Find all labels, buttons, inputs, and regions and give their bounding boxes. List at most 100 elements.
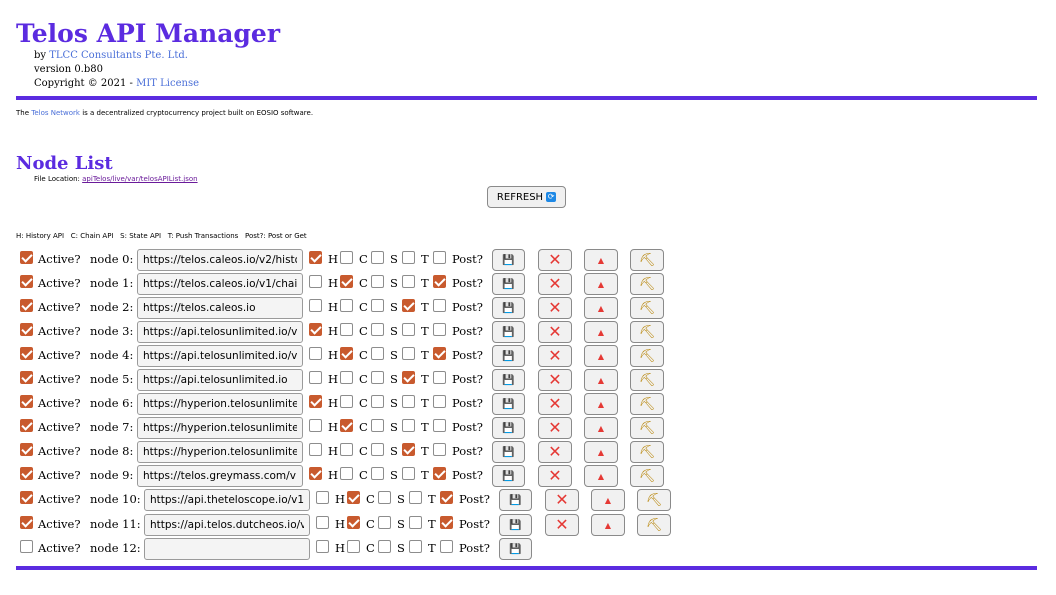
move-up-button[interactable]: ▲ <box>591 489 625 511</box>
post-checkbox[interactable] <box>433 251 446 264</box>
move-up-button[interactable]: ▲ <box>584 345 618 367</box>
node-url-input[interactable] <box>137 441 303 463</box>
history-api-checkbox[interactable] <box>309 323 322 336</box>
chain-api-checkbox[interactable] <box>340 467 353 480</box>
delete-button[interactable]: ✕ <box>538 249 572 271</box>
chain-api-checkbox[interactable] <box>340 299 353 312</box>
delete-button[interactable]: ✕ <box>545 514 579 536</box>
state-api-checkbox[interactable] <box>371 467 384 480</box>
history-api-checkbox[interactable] <box>309 395 322 408</box>
push-transactions-checkbox[interactable] <box>402 371 415 384</box>
post-checkbox[interactable] <box>433 395 446 408</box>
state-api-checkbox[interactable] <box>371 419 384 432</box>
move-up-button[interactable]: ▲ <box>584 465 618 487</box>
post-checkbox[interactable] <box>440 491 453 504</box>
chain-api-checkbox[interactable] <box>340 395 353 408</box>
save-button[interactable]: 💾 <box>499 514 532 536</box>
active-checkbox[interactable] <box>20 251 33 264</box>
node-url-input[interactable] <box>137 345 303 367</box>
state-api-checkbox[interactable] <box>378 540 391 553</box>
node-url-input[interactable] <box>137 417 303 439</box>
delete-button[interactable]: ✕ <box>538 465 572 487</box>
state-api-checkbox[interactable] <box>371 275 384 288</box>
move-up-button[interactable]: ▲ <box>584 297 618 319</box>
history-api-checkbox[interactable] <box>316 491 329 504</box>
save-button[interactable]: 💾 <box>492 321 525 343</box>
post-checkbox[interactable] <box>440 516 453 529</box>
post-checkbox[interactable] <box>433 371 446 384</box>
delete-button[interactable]: ✕ <box>538 393 572 415</box>
move-up-button[interactable]: ▲ <box>584 273 618 295</box>
post-checkbox[interactable] <box>440 540 453 553</box>
pick-button[interactable]: ⛏ <box>630 321 664 343</box>
node-url-input[interactable] <box>137 249 303 271</box>
post-checkbox[interactable] <box>433 419 446 432</box>
state-api-checkbox[interactable] <box>371 251 384 264</box>
node-url-input[interactable] <box>144 538 310 560</box>
active-checkbox[interactable] <box>20 516 33 529</box>
push-transactions-checkbox[interactable] <box>402 395 415 408</box>
chain-api-checkbox[interactable] <box>340 347 353 360</box>
file-path-link[interactable]: apiTelos/live/var/telosAPIList.json <box>82 175 197 183</box>
push-transactions-checkbox[interactable] <box>409 540 422 553</box>
active-checkbox[interactable] <box>20 540 33 553</box>
node-url-input[interactable] <box>137 321 303 343</box>
save-button[interactable]: 💾 <box>492 297 525 319</box>
push-transactions-checkbox[interactable] <box>402 323 415 336</box>
active-checkbox[interactable] <box>20 275 33 288</box>
pick-button[interactable]: ⛏ <box>630 297 664 319</box>
history-api-checkbox[interactable] <box>316 516 329 529</box>
post-checkbox[interactable] <box>433 467 446 480</box>
push-transactions-checkbox[interactable] <box>402 419 415 432</box>
history-api-checkbox[interactable] <box>309 419 322 432</box>
post-checkbox[interactable] <box>433 323 446 336</box>
save-button[interactable]: 💾 <box>492 249 525 271</box>
save-button[interactable]: 💾 <box>492 417 525 439</box>
pick-button[interactable]: ⛏ <box>637 489 671 511</box>
delete-button[interactable]: ✕ <box>538 297 572 319</box>
active-checkbox[interactable] <box>20 443 33 456</box>
pick-button[interactable]: ⛏ <box>637 514 671 536</box>
post-checkbox[interactable] <box>433 299 446 312</box>
state-api-checkbox[interactable] <box>371 371 384 384</box>
node-url-input[interactable] <box>137 297 303 319</box>
active-checkbox[interactable] <box>20 299 33 312</box>
post-checkbox[interactable] <box>433 443 446 456</box>
push-transactions-checkbox[interactable] <box>402 251 415 264</box>
history-api-checkbox[interactable] <box>309 299 322 312</box>
push-transactions-checkbox[interactable] <box>402 275 415 288</box>
delete-button[interactable]: ✕ <box>538 345 572 367</box>
node-url-input[interactable] <box>137 369 303 391</box>
chain-api-checkbox[interactable] <box>347 540 360 553</box>
chain-api-checkbox[interactable] <box>340 443 353 456</box>
state-api-checkbox[interactable] <box>371 323 384 336</box>
push-transactions-checkbox[interactable] <box>402 467 415 480</box>
chain-api-checkbox[interactable] <box>340 251 353 264</box>
post-checkbox[interactable] <box>433 275 446 288</box>
save-button[interactable]: 💾 <box>492 273 525 295</box>
push-transactions-checkbox[interactable] <box>409 491 422 504</box>
pick-button[interactable]: ⛏ <box>630 273 664 295</box>
save-button[interactable]: 💾 <box>492 369 525 391</box>
post-checkbox[interactable] <box>433 347 446 360</box>
pick-button[interactable]: ⛏ <box>630 393 664 415</box>
save-button[interactable]: 💾 <box>492 441 525 463</box>
node-url-input[interactable] <box>137 393 303 415</box>
state-api-checkbox[interactable] <box>371 395 384 408</box>
push-transactions-checkbox[interactable] <box>409 516 422 529</box>
delete-button[interactable]: ✕ <box>538 417 572 439</box>
active-checkbox[interactable] <box>20 323 33 336</box>
move-up-button[interactable]: ▲ <box>584 441 618 463</box>
move-up-button[interactable]: ▲ <box>584 393 618 415</box>
node-url-input[interactable] <box>137 273 303 295</box>
node-url-input[interactable] <box>144 489 310 511</box>
save-button[interactable]: 💾 <box>492 345 525 367</box>
license-link[interactable]: MIT License <box>136 78 199 89</box>
active-checkbox[interactable] <box>20 371 33 384</box>
chain-api-checkbox[interactable] <box>340 419 353 432</box>
move-up-button[interactable]: ▲ <box>584 417 618 439</box>
save-button[interactable]: 💾 <box>492 393 525 415</box>
chain-api-checkbox[interactable] <box>340 371 353 384</box>
history-api-checkbox[interactable] <box>309 347 322 360</box>
pick-button[interactable]: ⛏ <box>630 441 664 463</box>
